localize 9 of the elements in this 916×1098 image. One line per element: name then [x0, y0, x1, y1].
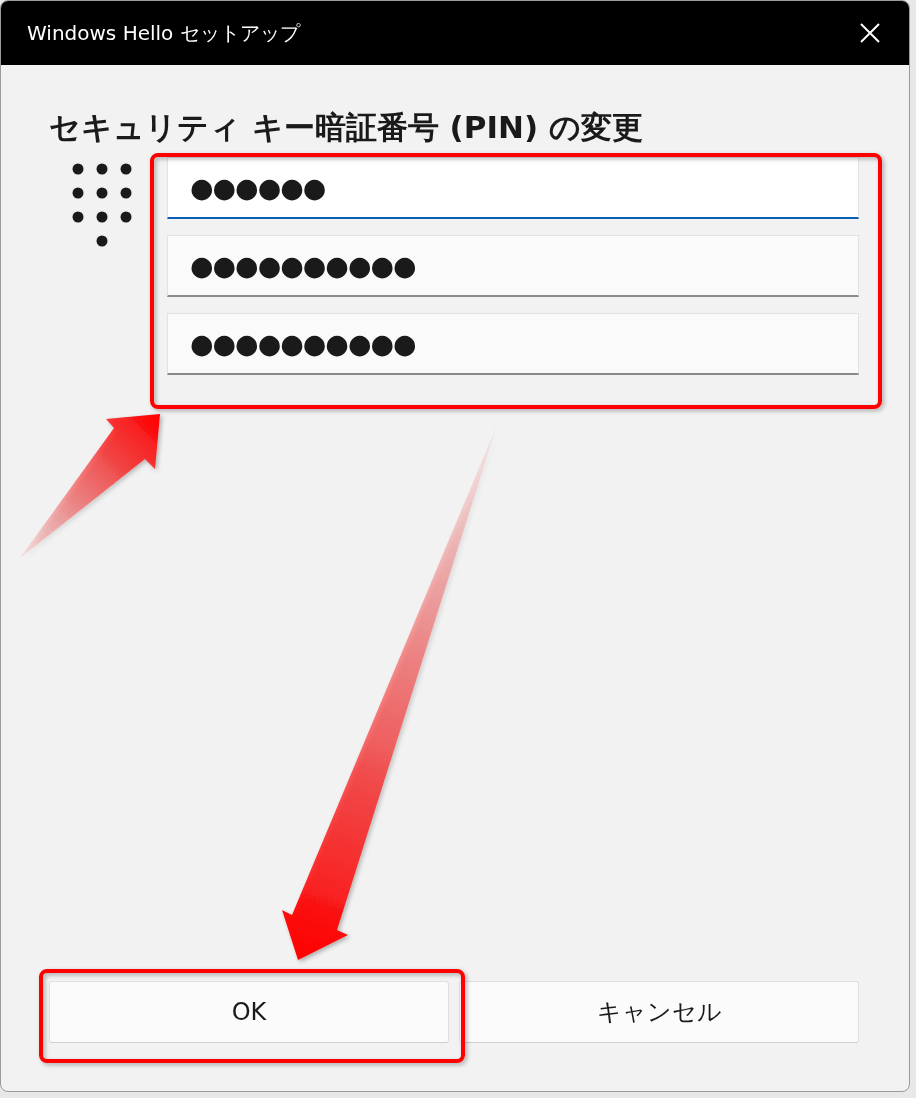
- keypad-icon: [71, 163, 133, 247]
- pin-field[interactable]: ●●●●●●: [167, 157, 859, 219]
- window-title: Windows Hello セットアップ: [27, 19, 300, 47]
- dialog-button[interactable]: キャンセル: [459, 981, 859, 1043]
- pin-field[interactable]: ●●●●●●●●●●: [167, 313, 859, 375]
- dialog-button[interactable]: OK: [49, 981, 449, 1043]
- close-icon[interactable]: [859, 22, 881, 44]
- pin-field[interactable]: ●●●●●●●●●●: [167, 235, 859, 297]
- dialog-heading: セキュリティ キー暗証番号 (PIN) の変更: [49, 108, 644, 147]
